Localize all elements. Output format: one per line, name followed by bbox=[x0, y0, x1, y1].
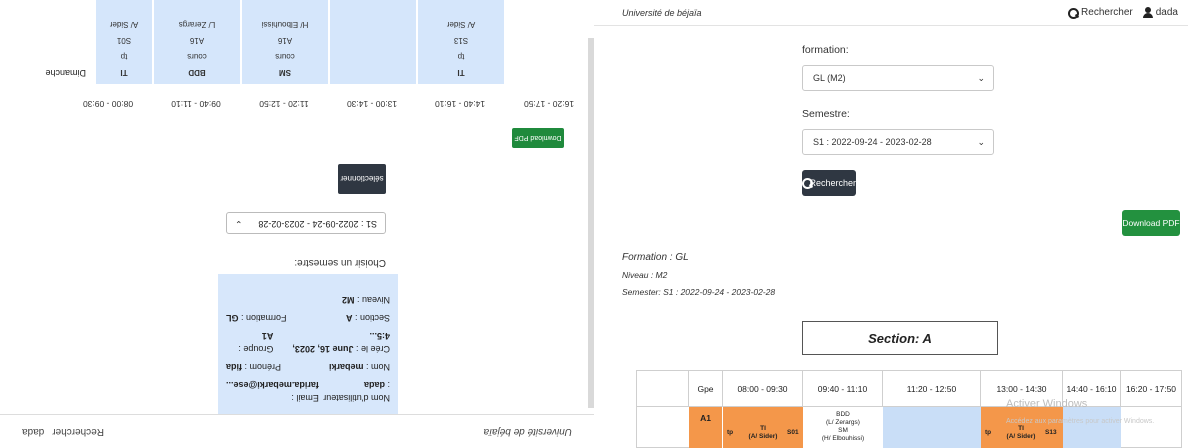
nav-search-label: Rechercher bbox=[1081, 7, 1133, 18]
left-semester-value: S1 : 2022-09-24 - 2023-02-28 bbox=[258, 219, 377, 229]
slot-empty bbox=[883, 407, 981, 448]
time-header-cell: 14:40 - 16:10 bbox=[434, 99, 486, 109]
groupe-field: Groupe : A1 bbox=[238, 331, 274, 354]
time-header-cell: 08:00 - 09:30 bbox=[82, 99, 134, 109]
left-slot-cell: BDD cours A16 L/ Zerargs bbox=[154, 0, 240, 84]
brand-link[interactable]: Université de béjaïa bbox=[622, 8, 702, 18]
left-screenshot-pane: Université de béjaïa Rechercher dada Nom… bbox=[0, 0, 594, 448]
left-slot-cell: TI tp S01 A/ Sider bbox=[96, 0, 152, 84]
header-cell-time: 09:40 - 11:10 bbox=[803, 371, 883, 406]
day-label: Dimanche bbox=[45, 68, 86, 78]
slot-ti-tp[interactable]: tp TI (A/ Sider) S01 bbox=[723, 407, 803, 448]
time-header-cell: 16:20 - 17:50 bbox=[523, 99, 575, 109]
left-brand[interactable]: Université de béjaïa bbox=[484, 426, 572, 437]
section-title: Section: A bbox=[802, 321, 998, 355]
username-field: Nom d'utilisateur : dada bbox=[323, 380, 390, 403]
user-icon bbox=[1142, 7, 1153, 18]
top-navbar: Université de béjaïa Rechercher dada bbox=[594, 0, 1188, 26]
header-cell-time: 11:20 - 12:50 bbox=[883, 371, 981, 406]
info-semester: Semester: S1 : 2022-09-24 - 2023-02-28 bbox=[622, 287, 776, 297]
semestre-select-value: S1 : 2022-09-24 - 2023-02-28 bbox=[813, 137, 932, 147]
left-search-link[interactable]: Rechercher bbox=[52, 426, 104, 437]
info-formation: Formation : GL bbox=[622, 252, 689, 263]
nav-user-label: dada bbox=[1155, 7, 1178, 18]
semestre-label: Semestre: bbox=[802, 108, 850, 120]
search-icon bbox=[802, 178, 815, 189]
formation-field: Formation : GL bbox=[226, 313, 287, 323]
nav-search-link[interactable]: Rechercher bbox=[1068, 7, 1133, 19]
left-slot-cell: SM cours A16 H/ Elbouhissi bbox=[242, 0, 328, 84]
formation-select[interactable]: GL (M2) ⌄ bbox=[802, 65, 994, 91]
windows-watermark: Activer Windows bbox=[1006, 398, 1088, 410]
section-field: Section : A bbox=[345, 313, 390, 323]
info-niveau: Niveau : M2 bbox=[622, 270, 668, 280]
left-semester-select[interactable]: S1 : 2022-09-24 - 2023-02-28 ⌄ bbox=[226, 212, 386, 234]
prenom-field: Prénom : fida bbox=[226, 362, 282, 372]
chevron-down-icon: ⌄ bbox=[235, 219, 243, 229]
slot-module: TI (A/ Sider) bbox=[748, 425, 778, 440]
slot-type: tp bbox=[985, 429, 992, 436]
windows-watermark-sub: Accédez aux paramètres pour activer Wind… bbox=[1006, 418, 1155, 425]
table-row: A1 tp TI (A/ Sider) S01 BDD (L/ Zerargs) SM… bbox=[637, 407, 1181, 448]
group-cell: A1 bbox=[689, 407, 723, 448]
time-header-cell: 09:40 - 11:10 bbox=[171, 99, 221, 109]
rechercher-button-label: Rechercher bbox=[809, 178, 856, 188]
header-cell-gpe: Gpe bbox=[689, 371, 723, 406]
niveau-field: Niveau : M2 bbox=[341, 295, 390, 305]
email-field: Email : farida.mebarki@ese... bbox=[226, 380, 319, 403]
left-navbar: Université de béjaïa Rechercher dada bbox=[0, 414, 594, 448]
slot-empty bbox=[1063, 407, 1121, 448]
left-rotated-content: Université de béjaïa Rechercher dada Nom… bbox=[0, 0, 594, 448]
formation-label: formation: bbox=[802, 44, 849, 56]
left-timetable: 16:20 - 17:50 14:40 - 16:10 13:00 - 14:3… bbox=[0, 0, 594, 118]
timetable-header-row: Gpe 08:00 - 09:30 09:40 - 11:10 11:20 - … bbox=[637, 371, 1181, 407]
chevron-down-icon: ⌄ bbox=[977, 136, 985, 147]
semester-select-label: Choisir un semestre: bbox=[294, 257, 386, 268]
nav-user-link[interactable]: dada bbox=[1142, 7, 1178, 18]
left-user-link[interactable]: dada bbox=[22, 426, 44, 437]
formation-select-value: GL (M2) bbox=[813, 73, 846, 83]
left-time-header: 16:20 - 17:50 14:40 - 16:10 13:00 - 14:3… bbox=[0, 90, 594, 118]
header-cell-empty bbox=[637, 371, 689, 406]
left-download-pdf-button[interactable]: Download PDF bbox=[512, 128, 564, 148]
header-cell-time: 16:20 - 17:50 bbox=[1125, 383, 1177, 394]
left-slot-cell: TI tp S13 A/ Sider bbox=[418, 0, 504, 84]
header-cell-time: 08:00 - 09:30 bbox=[723, 371, 803, 406]
slot-room: S13 bbox=[1045, 429, 1057, 436]
search-icon bbox=[1068, 7, 1080, 19]
left-slot-cell bbox=[330, 0, 416, 84]
rechercher-button[interactable]: Rechercher bbox=[802, 170, 856, 196]
chevron-down-icon: ⌄ bbox=[977, 72, 985, 83]
download-pdf-button[interactable]: Download PDF bbox=[1122, 210, 1180, 236]
slot-ti-tp[interactable]: tp TI (A/ Sider) S13 bbox=[981, 407, 1063, 448]
slot-room: S01 bbox=[787, 429, 799, 436]
created-field: Crée le : June 16, 2023, 4:5... bbox=[292, 331, 390, 354]
user-profile-card: Nom d'utilisateur : dada Email : farida.… bbox=[218, 274, 398, 414]
slot-bdd-sm[interactable]: BDD (L/ Zerargs) SM (H/ Elbouhissi) bbox=[803, 407, 883, 448]
slot-module: BDD (L/ Zerargs) SM (H/ Elbouhissi) bbox=[821, 411, 865, 442]
slot-type: tp bbox=[727, 429, 734, 436]
slot-module: TI (A/ Sider) bbox=[1006, 425, 1036, 440]
time-header-cell: 13:00 - 14:30 bbox=[346, 99, 398, 109]
nom-field: Nom : mebarki bbox=[328, 362, 390, 372]
right-screenshot-pane: Université de béjaïa Rechercher dada for… bbox=[594, 0, 1188, 448]
semestre-select[interactable]: S1 : 2022-09-24 - 2023-02-28 ⌄ bbox=[802, 129, 994, 155]
time-header-cell: 11:20 - 12:50 bbox=[259, 99, 309, 109]
select-button[interactable]: sélectionner bbox=[338, 164, 386, 194]
timetable: Gpe 08:00 - 09:30 09:40 - 11:10 11:20 - … bbox=[636, 370, 1182, 448]
